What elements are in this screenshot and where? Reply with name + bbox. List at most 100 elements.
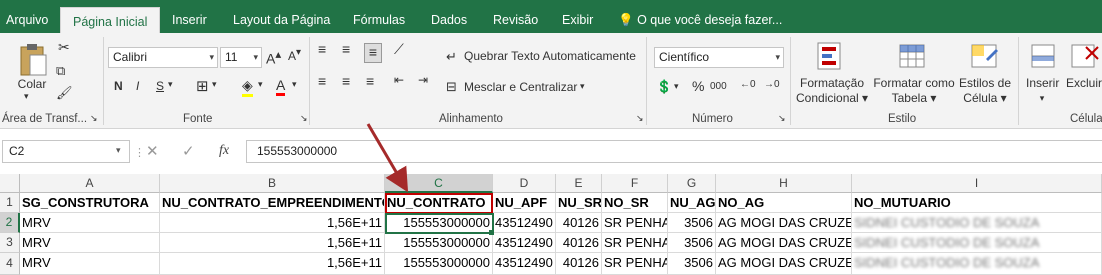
insert-function-button[interactable]: fx <box>219 143 229 159</box>
column-header-g[interactable]: G <box>668 174 716 193</box>
chevron-down-icon[interactable]: ▾ <box>258 79 263 90</box>
align-left-icon[interactable]: ≡ <box>318 73 326 89</box>
number-format-select[interactable]: Científico ▾ <box>654 47 784 68</box>
table-cell[interactable]: SR PENHA <box>602 213 668 233</box>
table-cell[interactable]: 43512490 <box>493 253 556 275</box>
conditional-formatting-button[interactable]: Formatação Condicional ▾ <box>796 76 868 106</box>
table-cell[interactable]: SIDNEI CUSTODIO DE SOUZA <box>852 233 1102 253</box>
chevron-down-icon[interactable]: ▾ <box>116 145 121 156</box>
header-cell[interactable]: NU_AG <box>668 193 716 213</box>
row-header-4[interactable]: 4 <box>0 253 20 275</box>
align-top-icon[interactable]: ≡ <box>318 41 326 57</box>
tell-me-search[interactable]: 💡 O que você deseja fazer... <box>618 0 782 33</box>
delete-cells-button[interactable]: Excluir <box>1066 76 1102 91</box>
dialog-launcher-icon[interactable]: ↘ <box>778 113 786 124</box>
table-cell[interactable]: SR PENHA <box>602 253 668 275</box>
fill-handle[interactable] <box>489 230 494 235</box>
tab-inserir[interactable]: Inserir <box>172 0 207 33</box>
tab-layout-da-pagina[interactable]: Layout da Página <box>233 0 330 33</box>
decrease-font-icon[interactable]: A▾ <box>288 47 301 63</box>
merge-center-icon[interactable]: ⊟ <box>446 79 457 95</box>
dialog-launcher-icon[interactable]: ↘ <box>90 113 98 124</box>
row-header-3[interactable]: 3 <box>0 233 20 253</box>
decrease-decimal-icon[interactable]: →0 <box>764 79 780 90</box>
orientation-icon[interactable]: ⟋ <box>394 41 404 58</box>
copy-icon[interactable]: ⧉ <box>56 63 65 79</box>
table-cell[interactable]: 3506 <box>668 253 716 275</box>
bold-button[interactable]: N <box>114 79 123 93</box>
table-cell[interactable]: MRV <box>20 213 160 233</box>
tab-formulas[interactable]: Fórmulas <box>353 0 405 33</box>
table-cell[interactable]: 1,56E+11 <box>160 213 385 233</box>
conditional-formatting-icon[interactable] <box>816 41 846 71</box>
column-header-f[interactable]: F <box>602 174 668 193</box>
table-cell[interactable]: SIDNEI CUSTODIO DE SOUZA <box>852 213 1102 233</box>
format-painter-icon[interactable]: 🖌 <box>56 85 73 101</box>
table-cell[interactable]: AG MOGI DAS CRUZES <box>716 213 852 233</box>
table-cell[interactable]: 1,56E+11 <box>160 253 385 275</box>
merge-center-button[interactable]: Mesclar e Centralizar <box>464 80 577 94</box>
chevron-down-icon[interactable]: ▾ <box>212 79 217 90</box>
column-header-b[interactable]: B <box>160 174 385 193</box>
table-cell[interactable]: 40126 <box>556 253 602 275</box>
chevron-down-icon[interactable]: ▾ <box>168 79 173 90</box>
paste-icon[interactable] <box>18 43 48 77</box>
align-center-icon[interactable]: ≡ <box>342 73 350 89</box>
table-cell[interactable]: 3506 <box>668 213 716 233</box>
cell-styles-button[interactable]: Estilos de Célula ▾ <box>958 76 1012 106</box>
paste-button[interactable]: Colar <box>12 77 52 91</box>
italic-button[interactable]: I <box>136 79 139 93</box>
header-cell[interactable]: NU_SR <box>556 193 602 213</box>
table-cell[interactable]: AG MOGI DAS CRUZES <box>716 233 852 253</box>
table-cell[interactable]: 40126 <box>556 233 602 253</box>
chevron-down-icon[interactable]: ▾ <box>24 91 29 102</box>
decrease-indent-icon[interactable]: ⇤ <box>394 73 404 87</box>
cell-styles-icon[interactable] <box>970 41 1000 71</box>
column-header-a[interactable]: A <box>20 174 160 193</box>
increase-font-icon[interactable]: A▴ <box>266 47 281 67</box>
table-cell[interactable]: MRV <box>20 253 160 275</box>
increase-decimal-icon[interactable]: ←0 <box>740 79 756 90</box>
table-cell[interactable]: 1,56E+11 <box>160 233 385 253</box>
insert-cells-button[interactable]: Inserir ▾ <box>1026 76 1059 106</box>
header-cell[interactable]: NU_APF <box>493 193 556 213</box>
font-size-select[interactable]: 11 ▾ <box>220 47 262 68</box>
table-cell[interactable]: 43512490 <box>493 213 556 233</box>
column-header-e[interactable]: E <box>556 174 602 193</box>
percent-icon[interactable]: % <box>692 78 704 94</box>
wrap-text-button[interactable]: Quebrar Texto Automaticamente <box>464 49 636 63</box>
fill-color-icon[interactable]: ◈ <box>242 77 253 97</box>
chevron-down-icon[interactable]: ▾ <box>674 81 679 92</box>
align-bottom-icon[interactable]: ≡ <box>364 43 382 63</box>
dialog-launcher-icon[interactable]: ↘ <box>300 113 308 124</box>
active-cell-border[interactable] <box>385 213 494 234</box>
table-cell[interactable]: 3506 <box>668 233 716 253</box>
increase-indent-icon[interactable]: ⇥ <box>418 73 428 87</box>
format-as-table-button[interactable]: Formatar como Tabela ▾ <box>872 76 956 106</box>
font-name-select[interactable]: Calibri ▾ <box>108 47 218 68</box>
tab-revisao[interactable]: Revisão <box>493 0 538 33</box>
table-cell[interactable]: SR PENHA <box>602 233 668 253</box>
delete-cells-icon[interactable] <box>1070 41 1100 71</box>
name-box[interactable]: C2 <box>2 140 130 163</box>
column-header-d[interactable]: D <box>493 174 556 193</box>
row-header-1[interactable]: 1 <box>0 193 20 213</box>
cancel-icon[interactable]: ✕ <box>146 142 159 160</box>
header-cell[interactable]: NO_AG <box>716 193 852 213</box>
tab-dados[interactable]: Dados <box>431 0 467 33</box>
chevron-down-icon[interactable]: ▾ <box>292 79 297 90</box>
currency-icon[interactable]: 💲 <box>656 79 672 95</box>
cut-icon[interactable]: ✂ <box>58 39 70 56</box>
dialog-launcher-icon[interactable]: ↘ <box>636 113 644 124</box>
align-middle-icon[interactable]: ≡ <box>342 41 350 57</box>
align-right-icon[interactable]: ≡ <box>366 73 374 89</box>
header-cell[interactable]: NO_SR <box>602 193 668 213</box>
table-cell[interactable]: 155553000000 <box>385 253 493 275</box>
select-all-corner[interactable] <box>0 174 20 193</box>
table-cell[interactable]: 155553000000 <box>385 233 493 253</box>
column-header-h[interactable]: H <box>716 174 852 193</box>
enter-check-icon[interactable]: ✓ <box>182 142 195 160</box>
row-header-2[interactable]: 2 <box>0 213 20 233</box>
table-cell[interactable]: MRV <box>20 233 160 253</box>
column-header-i[interactable]: I <box>852 174 1102 193</box>
